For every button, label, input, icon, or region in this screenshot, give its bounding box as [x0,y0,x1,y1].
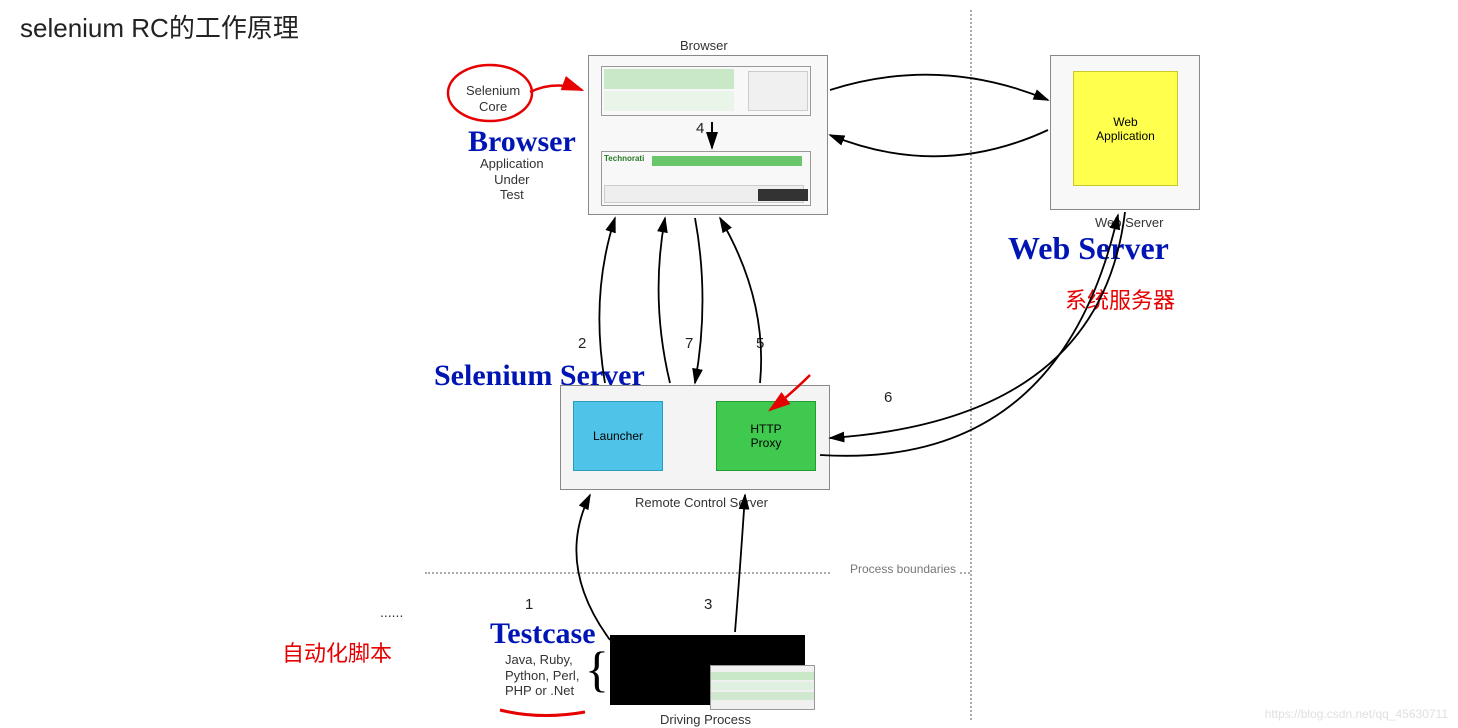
web-app-box: Web Application [1073,71,1178,186]
dots-label: ...... [380,604,403,621]
web-server-big-label: Web Server [1008,230,1169,267]
browser-top-window [601,66,811,116]
web-server-box: Web Application [1050,55,1200,210]
diagram-title: selenium RC的工作原理 [20,8,299,45]
process-boundary-left [425,572,830,574]
languages-label: Java, Ruby, Python, Perl, PHP or .Net [505,652,579,699]
auto-script-annotation: 自动化脚本 [282,636,392,668]
brace: { [585,640,609,698]
testcase-terminal [610,635,805,705]
browser-box: Technorati [588,55,828,215]
num-1: 1 [525,596,533,613]
technorati-label: Technorati [604,154,644,163]
vertical-divider [970,10,972,720]
browser-label: Browser [680,38,728,54]
aut-label: Application Under Test [480,156,544,203]
rc-server-box: Launcher HTTP Proxy [560,385,830,490]
process-boundaries-label: Process boundaries [850,562,956,576]
system-server-annotation: 系统服务器 [1065,283,1175,315]
web-server-label: Web Server [1095,215,1163,231]
selenium-core-label: Selenium Core [466,83,520,114]
num-5: 5 [756,335,764,352]
num-3: 3 [704,596,712,613]
watermark: https://blog.csdn.net/qq_45630711 [1265,707,1448,721]
http-proxy-box: HTTP Proxy [716,401,816,471]
num-7: 7 [685,335,693,352]
browser-bottom-window: Technorati [601,151,811,206]
launcher-box: Launcher [573,401,663,471]
testcase-big-label: Testcase [490,617,596,651]
num-4: 4 [696,120,704,137]
num-6: 6 [884,389,892,406]
process-boundary-right [960,572,970,574]
num-2: 2 [578,335,586,352]
browser-big-label: Browser [468,125,576,159]
driving-process-label: Driving Process [660,712,751,728]
rc-server-label: Remote Control Server [635,495,768,511]
